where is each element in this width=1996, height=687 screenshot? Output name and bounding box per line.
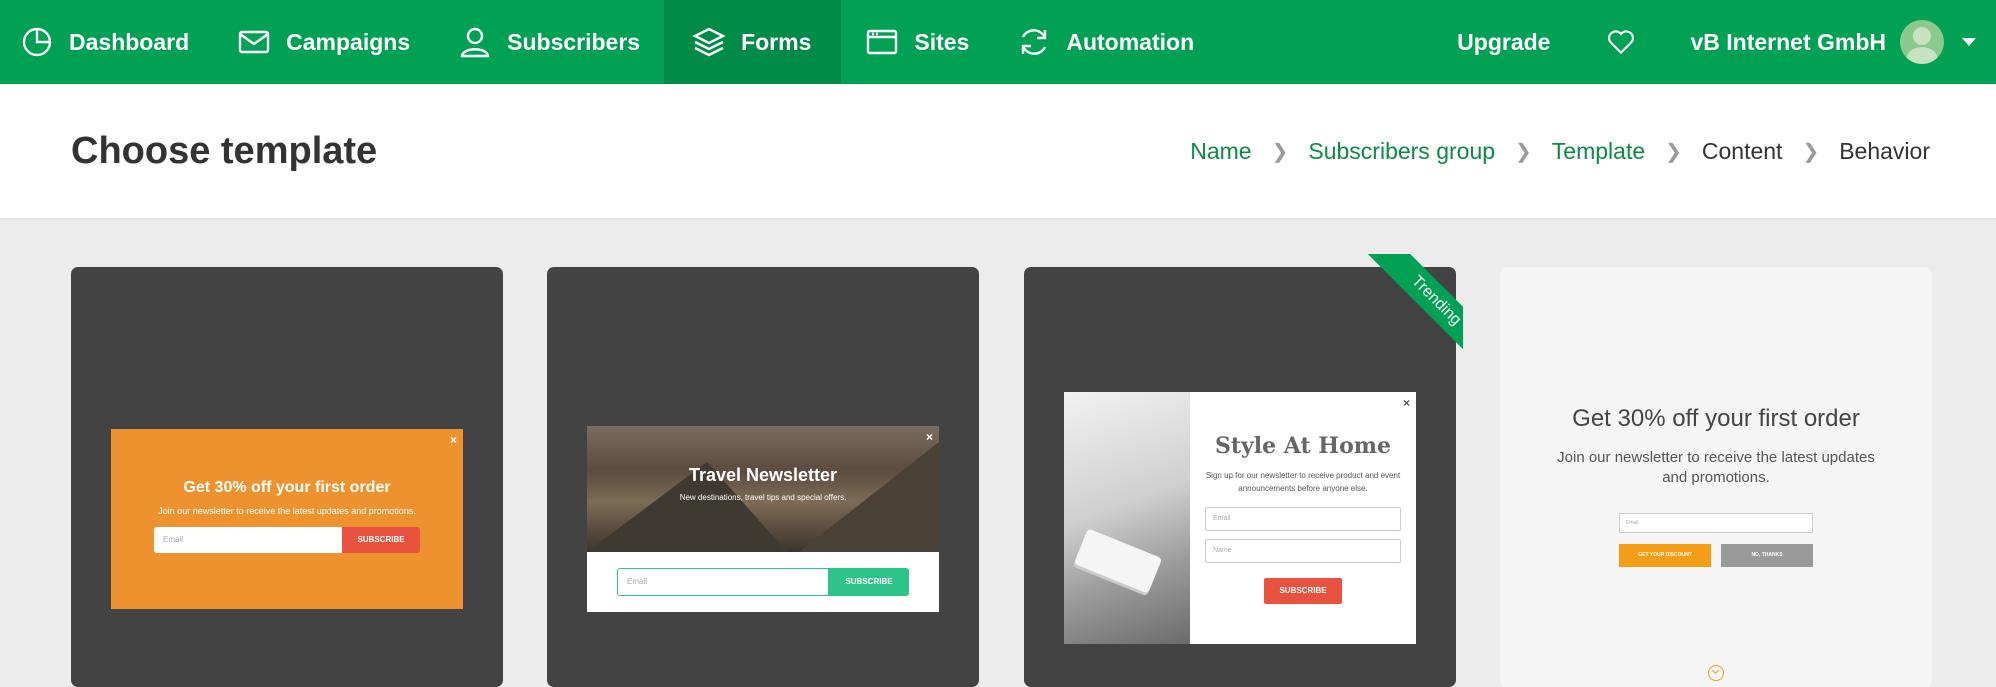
account-menu[interactable]: vB Internet GmbH	[1664, 0, 1996, 84]
mail-icon	[238, 30, 270, 54]
preview-no-thanks-button: NO, THANKS	[1721, 544, 1813, 567]
template-preview: × Travel Newsletter New destinations, tr…	[587, 426, 939, 612]
template-card[interactable]: × Travel Newsletter New destinations, tr…	[547, 267, 979, 687]
preview-form-row: Email SUBSCRIBE	[111, 527, 463, 553]
layers-icon	[692, 27, 726, 57]
nav-subscribers-label: Subscribers	[507, 28, 641, 55]
breadcrumb-subscribers-group[interactable]: Subscribers group	[1308, 138, 1495, 165]
nav-automation-label: Automation	[1066, 28, 1195, 55]
account-name: vB Internet GmbH	[1690, 28, 1886, 55]
preview-subtitle: Sign up for our newsletter to receive pr…	[1205, 471, 1401, 493]
upgrade-label: Upgrade	[1457, 28, 1551, 55]
preview-body: × Style At Home Sign up for our newslett…	[1190, 392, 1416, 644]
refresh-icon	[1022, 29, 1047, 55]
template-preview: × Style At Home Sign up for our newslett…	[1064, 392, 1416, 644]
browser-icon	[867, 29, 898, 55]
breadcrumb-name[interactable]: Name	[1190, 138, 1251, 165]
preview-subtitle: Join our newsletter to receive the lates…	[158, 506, 416, 516]
preview-title: Style At Home	[1214, 433, 1392, 459]
close-icon: ×	[449, 433, 457, 447]
trending-badge: Trending	[1365, 254, 1463, 372]
close-icon: ×	[1402, 396, 1410, 410]
preview-form-row: Email SUBSCRIBE	[617, 568, 939, 596]
nav-sites-label: Sites	[914, 28, 970, 55]
preview-title: Get 30% off your first order	[1572, 405, 1860, 432]
chevron-right-icon: ❯	[1271, 141, 1289, 163]
preview-subscribe-button: SUBSCRIBE	[829, 568, 909, 596]
page-header: Choose template Name ❯ Subscribers group…	[0, 84, 1996, 220]
preview-title: Travel Newsletter	[688, 465, 838, 485]
preview-subscribe-button: SUBSCRIBE	[342, 527, 420, 553]
nav-dashboard-label: Dashboard	[69, 28, 190, 55]
nav-automation[interactable]: Automation	[993, 0, 1218, 84]
avatar	[1900, 20, 1944, 64]
breadcrumb-template[interactable]: Template	[1552, 138, 1645, 165]
user-icon	[460, 27, 490, 58]
breadcrumb-content: Content	[1701, 138, 1783, 164]
nav-campaigns[interactable]: Campaigns	[213, 0, 434, 84]
chevron-down-circle-icon	[1708, 665, 1724, 681]
favorites-button[interactable]	[1578, 0, 1664, 84]
preview-subtitle: Join our newsletter to receive the lates…	[1557, 449, 1875, 486]
preview-name-field: Name	[1205, 539, 1401, 563]
preview-email-field: Email	[154, 527, 342, 553]
nav-forms[interactable]: Forms	[664, 0, 842, 84]
template-card[interactable]: × Get 30% off your first order Join our …	[71, 267, 503, 687]
chevron-right-icon: ❯	[1665, 141, 1682, 163]
nav-dashboard[interactable]: Dashboard	[0, 0, 213, 84]
nav-sites[interactable]: Sites	[841, 0, 993, 84]
dashboard-icon	[22, 27, 52, 57]
breadcrumb-behavior: Behavior	[1839, 138, 1930, 164]
upgrade-link[interactable]: Upgrade	[1429, 0, 1578, 84]
preview-discount-button: GET YOUR DISCOUNT	[1619, 544, 1711, 567]
nav-campaigns-label: Campaigns	[286, 28, 411, 55]
nav-right: Upgrade vB Internet GmbH	[1429, 0, 1996, 84]
template-preview: × Get 30% off your first order Join our …	[111, 429, 463, 609]
chevron-right-icon: ❯	[1802, 141, 1820, 163]
chevron-right-icon: ❯	[1515, 141, 1532, 163]
newspaper-image	[1064, 392, 1190, 644]
nav-subscribers[interactable]: Subscribers	[434, 0, 664, 84]
top-navigation: Dashboard Campaigns Subscribers Forms Si…	[0, 0, 1996, 84]
chevron-down-icon	[1962, 38, 1976, 46]
nav-forms-label: Forms	[741, 28, 812, 55]
preview-email-field: Email	[617, 568, 829, 596]
preview-title: Get 30% off your first order	[183, 479, 391, 496]
page-title: Choose template	[71, 130, 378, 172]
breadcrumb: Name ❯ Subscribers group ❯ Template ❯ Co…	[1190, 138, 1930, 165]
preview-email-field: Email	[1205, 507, 1401, 531]
preview-subscribe-button: SUBSCRIBE	[1264, 578, 1342, 604]
mountain-hiker-image: × Travel Newsletter New destinations, tr…	[587, 426, 939, 552]
heart-icon	[1608, 30, 1635, 55]
template-card[interactable]: Get 30% off your first order Join our ne…	[1500, 267, 1932, 687]
preview-email-field: Email	[1619, 513, 1813, 533]
trending-ribbon: Trending	[1341, 254, 1463, 376]
preview-buttons: GET YOUR DISCOUNT NO, THANKS	[1500, 544, 1932, 567]
preview-subtitle: New destinations, travel tips and specia…	[679, 493, 847, 502]
